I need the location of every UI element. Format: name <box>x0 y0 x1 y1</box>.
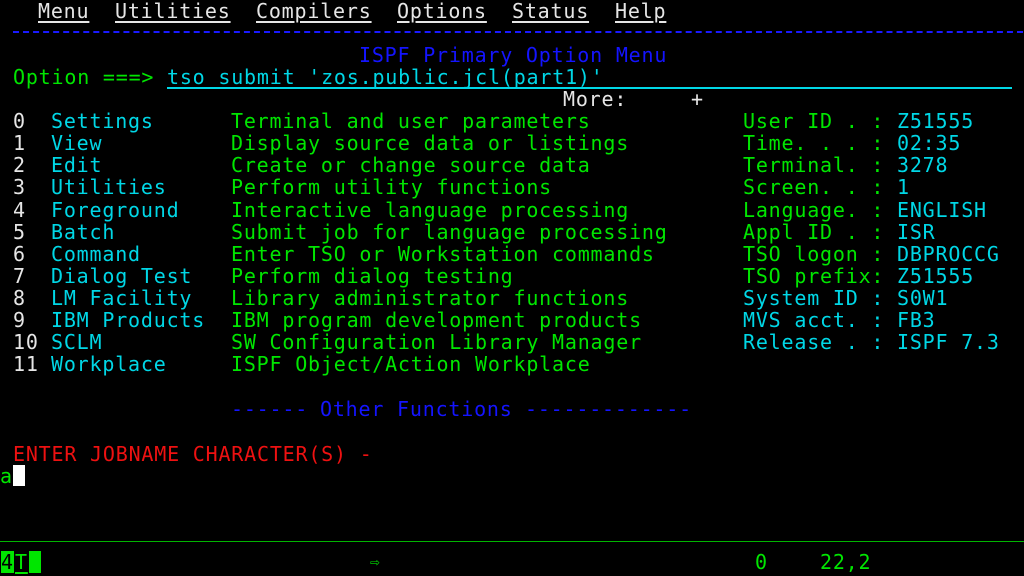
info-value-release: ISPF 7.3 <box>897 330 1000 354</box>
option-name[interactable]: LM Facility <box>51 287 192 309</box>
option-input[interactable] <box>167 66 1012 88</box>
oia-cursor-position: 22,2 <box>820 550 872 574</box>
separator-right-dashes: ------------- <box>525 397 692 421</box>
info-label-terminal: Terminal. : <box>743 153 885 177</box>
option-description: Display source data or listings <box>231 131 630 155</box>
info-label-system-id: System ID : <box>743 286 885 310</box>
option-number: 9 <box>13 308 26 332</box>
menu-item-utilities[interactable]: Utilities <box>115 0 231 22</box>
info-label-mvs-acct: MVS acct. : <box>743 308 885 332</box>
option-number: 10 <box>13 330 39 354</box>
option-name[interactable]: IBM Products <box>51 309 205 331</box>
option-description: SW Configuration Library Manager <box>231 330 642 354</box>
info-value-language: ENGLISH <box>897 198 987 222</box>
menu-item-compilers[interactable]: Compilers <box>256 0 372 22</box>
option-number: 1 <box>13 131 26 155</box>
more-indicator[interactable]: + <box>691 88 704 110</box>
option-description: Submit job for language processing <box>231 220 668 244</box>
option-number: 6 <box>13 242 26 266</box>
option-name[interactable]: Settings <box>51 110 154 132</box>
info-label-tso-prefix: TSO prefix: <box>743 264 885 288</box>
jobname-prompt: ENTER JOBNAME CHARACTER(S) - <box>13 442 373 466</box>
info-label-tso-logon: TSO logon : <box>743 242 885 266</box>
option-name[interactable]: Dialog Test <box>51 265 192 287</box>
option-number: 7 <box>13 264 26 288</box>
info-value-user-id: Z51555 <box>897 109 975 133</box>
info-label-language: Language. : <box>743 198 885 222</box>
option-name[interactable]: Batch <box>51 221 115 243</box>
info-value-tso-logon: DBPROCCG <box>897 242 1000 266</box>
menu-item-help[interactable]: Help <box>615 0 666 22</box>
option-number: 11 <box>13 352 39 376</box>
option-name[interactable]: Workplace <box>51 353 167 375</box>
option-description: ISPF Object/Action Workplace <box>231 352 591 376</box>
menu-item-options[interactable]: Options <box>397 0 487 22</box>
info-value-system-id: S0W1 <box>897 286 949 310</box>
option-description: Interactive language processing <box>231 198 630 222</box>
separator-left-dashes: ------ <box>231 397 309 421</box>
oia-mode-indicator: T <box>15 550 28 574</box>
option-description: Enter TSO or Workstation commands <box>231 242 655 266</box>
info-value-tso-prefix: Z51555 <box>897 264 975 288</box>
option-number: 5 <box>13 220 26 244</box>
oia-session-indicator: 4 <box>1 550 14 574</box>
option-number: 0 <box>13 109 26 133</box>
oia-field-value: 0 <box>755 550 768 574</box>
info-label-time: Time. . . : <box>743 131 885 155</box>
info-value-screen: 1 <box>897 175 910 199</box>
option-description: Terminal and user parameters <box>231 109 591 133</box>
info-value-mvs-acct: FB3 <box>897 308 936 332</box>
option-name[interactable]: SCLM <box>51 331 102 353</box>
option-prompt: Option ===> <box>13 65 155 89</box>
option-name[interactable]: View <box>51 132 102 154</box>
oia-status-block <box>29 551 41 573</box>
menu-item-status[interactable]: Status <box>512 0 589 22</box>
option-number: 8 <box>13 286 26 310</box>
info-label-appl-id: Appl ID . : <box>743 220 885 244</box>
oia-separator <box>0 541 1024 542</box>
option-field[interactable] <box>167 65 1012 89</box>
info-label-release: Release . : <box>743 330 885 354</box>
info-value-appl-id: ISR <box>897 220 936 244</box>
option-description: Create or change source data <box>231 153 591 177</box>
info-label-screen: Screen. . : <box>743 175 885 199</box>
option-name[interactable]: Foreground <box>51 199 179 221</box>
jobname-input[interactable]: a <box>0 465 13 487</box>
option-description: Library administrator functions <box>231 286 630 310</box>
other-functions-label: Other Functions <box>320 397 513 421</box>
option-name[interactable]: Edit <box>51 154 102 176</box>
more-label: More: <box>563 87 628 111</box>
option-description: Perform dialog testing <box>231 264 514 288</box>
info-value-time: 02:35 <box>897 131 962 155</box>
option-description: Perform utility functions <box>231 175 553 199</box>
text-cursor <box>13 465 25 486</box>
option-description: IBM program development products <box>231 308 642 332</box>
panel-title: ISPF Primary Option Menu <box>359 43 668 67</box>
menu-separator <box>13 31 1023 33</box>
option-number: 3 <box>13 175 26 199</box>
info-value-terminal: 3278 <box>897 153 949 177</box>
menu-item-menu[interactable]: Menu <box>38 0 89 22</box>
info-label-user-id: User ID . : <box>743 109 885 133</box>
oia-arrow-icon: ⇨ <box>370 552 380 571</box>
option-number: 2 <box>13 153 26 177</box>
option-name[interactable]: Command <box>51 243 141 265</box>
option-number: 4 <box>13 198 26 222</box>
option-name[interactable]: Utilities <box>51 176 167 198</box>
